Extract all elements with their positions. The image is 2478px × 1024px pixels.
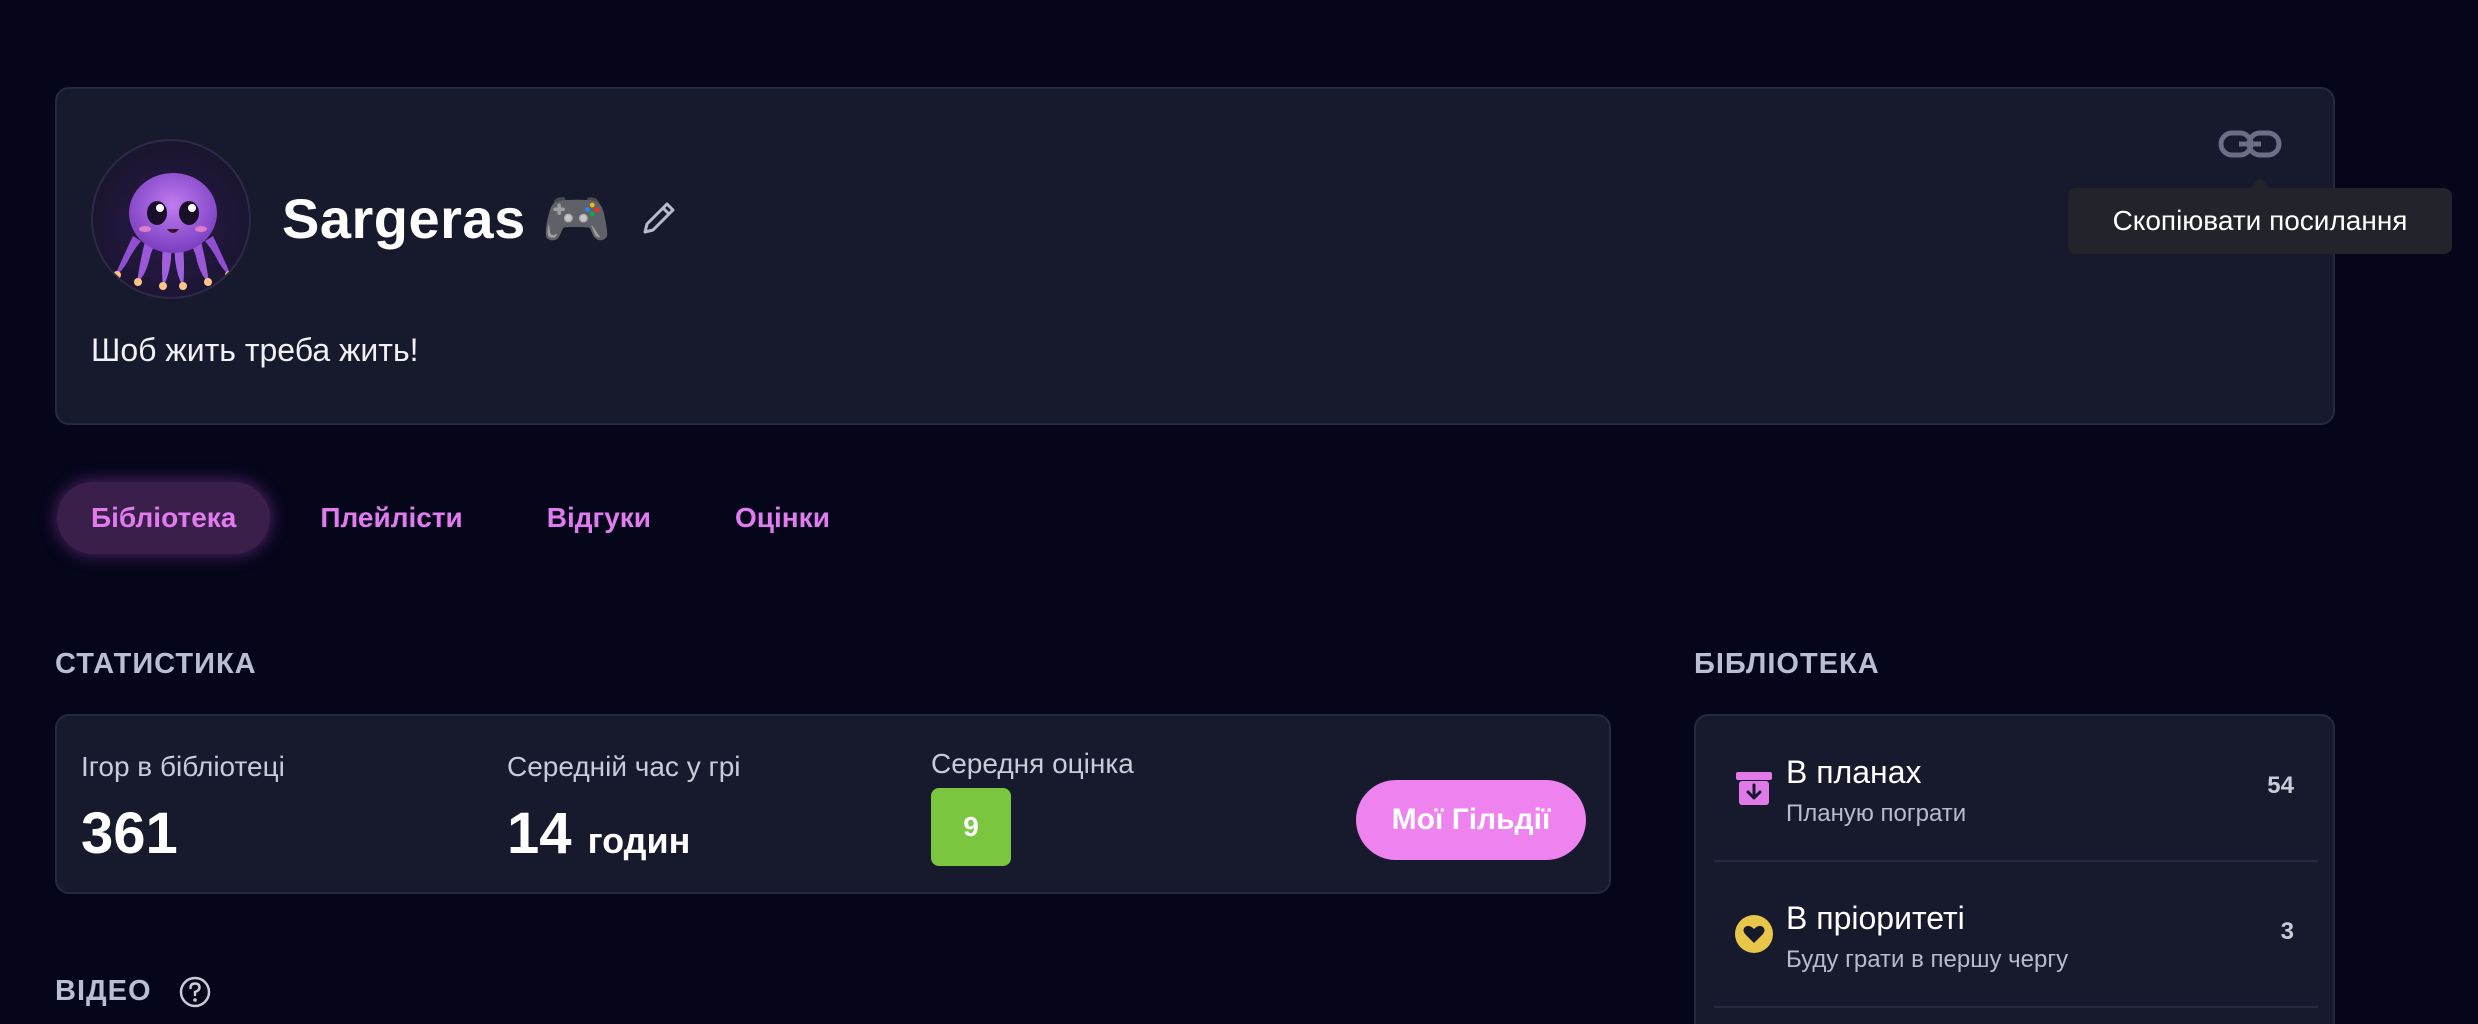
question-circle-icon[interactable] xyxy=(178,975,212,1009)
username: Sargeras 🎮 xyxy=(282,186,612,252)
avg-time-value: 14 годин xyxy=(507,800,690,867)
library-item-count: 3 xyxy=(2280,918,2294,945)
divider xyxy=(1714,1006,2318,1008)
tooltip-arrow xyxy=(2250,178,2270,188)
profile-page: Sargeras 🎮 Шоб жить треба жить! Скопіюва… xyxy=(0,0,2478,1024)
games-count-value: 361 xyxy=(81,801,178,866)
archive-download-icon xyxy=(1736,772,1772,805)
profile-bio: Шоб жить треба жить! xyxy=(91,332,419,368)
library-item-priority[interactable]: В пріоритеті Буду грати в першу чергу 3 xyxy=(1714,862,2318,1006)
heart-badge-icon xyxy=(1735,915,1773,953)
username-text: Sargeras xyxy=(282,187,526,250)
copy-link-tooltip: Скопіювати посилання xyxy=(2068,188,2452,254)
octopus-avatar-icon xyxy=(113,173,233,290)
library-item-subtitle: Планую пограти xyxy=(1786,800,1967,827)
pencil-icon[interactable] xyxy=(635,194,683,242)
games-count-label: Ігор в бібліотеці xyxy=(81,751,285,782)
link-icon[interactable] xyxy=(2217,119,2283,169)
avg-time-unit: годин xyxy=(587,820,691,861)
tab-ratings[interactable]: Оцінки xyxy=(701,482,864,554)
library-item-subtitle: Буду грати в першу чергу xyxy=(1786,946,2069,973)
tab-library[interactable]: Бібліотека xyxy=(57,482,271,554)
avg-time-number: 14 xyxy=(507,801,572,866)
tab-reviews[interactable]: Відгуки xyxy=(513,482,685,554)
stats-heading: СТАТИСТИКА xyxy=(55,648,257,680)
my-guilds-button[interactable]: Мої Гільдії xyxy=(1356,780,1586,860)
tab-playlists[interactable]: Плейлісти xyxy=(286,482,496,554)
stats-card: Ігор в бібліотеці 361 Середній час у грі… xyxy=(55,714,1611,894)
library-card: В планах Планую пограти 54 В пріоритеті … xyxy=(1694,714,2335,1024)
video-heading: ВІДЕО xyxy=(55,975,152,1007)
library-item-title: В планах xyxy=(1786,754,1922,790)
gamepad-emoji: 🎮 xyxy=(541,187,613,250)
library-item-planned[interactable]: В планах Планую пограти 54 xyxy=(1714,716,2318,860)
library-item-count: 54 xyxy=(2267,772,2294,799)
profile-card: Sargeras 🎮 Шоб жить треба жить! xyxy=(55,87,2335,425)
avg-rating-label: Середня оцінка xyxy=(931,748,1134,779)
avg-time-label: Середній час у грі xyxy=(507,751,741,782)
library-heading: БІБЛІОТЕКА xyxy=(1694,648,1880,680)
library-item-title: В пріоритеті xyxy=(1786,900,1965,936)
avg-rating-badge: 9 xyxy=(931,788,1011,866)
profile-tabs: Бібліотека Плейлісти Відгуки Оцінки xyxy=(57,482,880,554)
avatar xyxy=(91,139,251,299)
